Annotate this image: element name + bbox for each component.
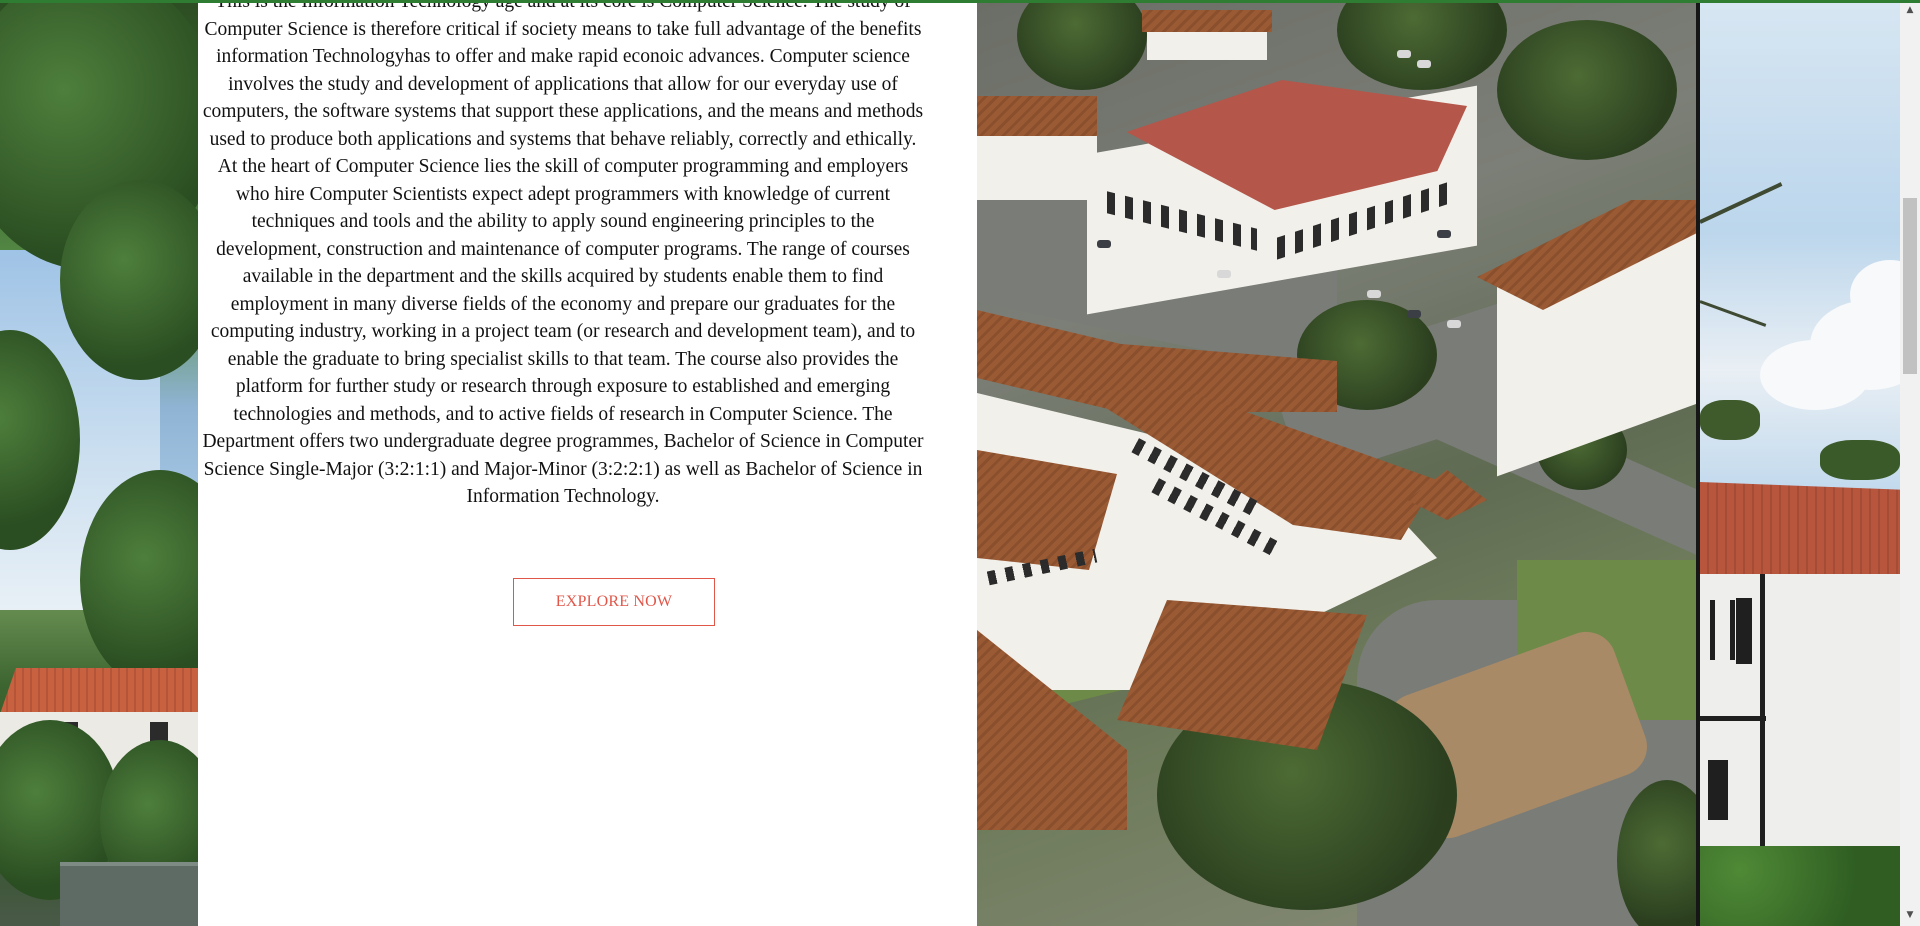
- hedge: [1700, 846, 1900, 926]
- timber-beam: [1730, 600, 1735, 660]
- right-campus-photo: [1700, 0, 1900, 926]
- explore-now-button[interactable]: EXPLORE NOW: [513, 578, 715, 626]
- scroll-down-arrow-icon[interactable]: ▼: [1903, 908, 1917, 922]
- parked-car: [1437, 230, 1451, 238]
- building-roof: [1700, 482, 1900, 578]
- left-campus-photo: [0, 0, 198, 926]
- tree-branch: [1700, 400, 1760, 440]
- low-wall: [60, 862, 198, 926]
- building-roof: [0, 668, 198, 714]
- page-viewport: This is the Information Technology age a…: [0, 0, 1920, 926]
- parked-car: [1447, 320, 1461, 328]
- about-paragraph: This is the Information Technology age a…: [202, 0, 924, 507]
- small-building-roof: [977, 96, 1097, 136]
- tree-branch: [1700, 182, 1783, 224]
- scrollbar-track[interactable]: [1900, 0, 1920, 926]
- small-building-roof: [1142, 10, 1272, 32]
- parked-car: [1407, 310, 1421, 318]
- top-accent-bar: [0, 0, 1920, 3]
- tree: [1497, 20, 1677, 160]
- scroll-up-arrow-icon[interactable]: ▲: [1903, 3, 1917, 17]
- parked-car: [1397, 50, 1411, 58]
- tree: [1017, 0, 1147, 90]
- about-panel: This is the Information Technology age a…: [198, 0, 977, 926]
- timber-beam: [1710, 600, 1715, 660]
- parked-car: [1097, 240, 1111, 248]
- parked-car: [1217, 270, 1231, 278]
- tree: [1337, 0, 1507, 90]
- tree-branch: [1820, 440, 1900, 480]
- aerial-campus-photo: [977, 0, 1698, 926]
- parked-car: [1367, 290, 1381, 298]
- cloud: [1760, 340, 1870, 410]
- timber-beam: [1700, 716, 1766, 721]
- window: [1736, 598, 1752, 664]
- scrollbar-thumb[interactable]: [1903, 198, 1917, 374]
- timber-beam: [1760, 574, 1765, 854]
- window: [1708, 760, 1728, 820]
- parked-car: [1417, 60, 1431, 68]
- tree-branch: [1700, 300, 1767, 327]
